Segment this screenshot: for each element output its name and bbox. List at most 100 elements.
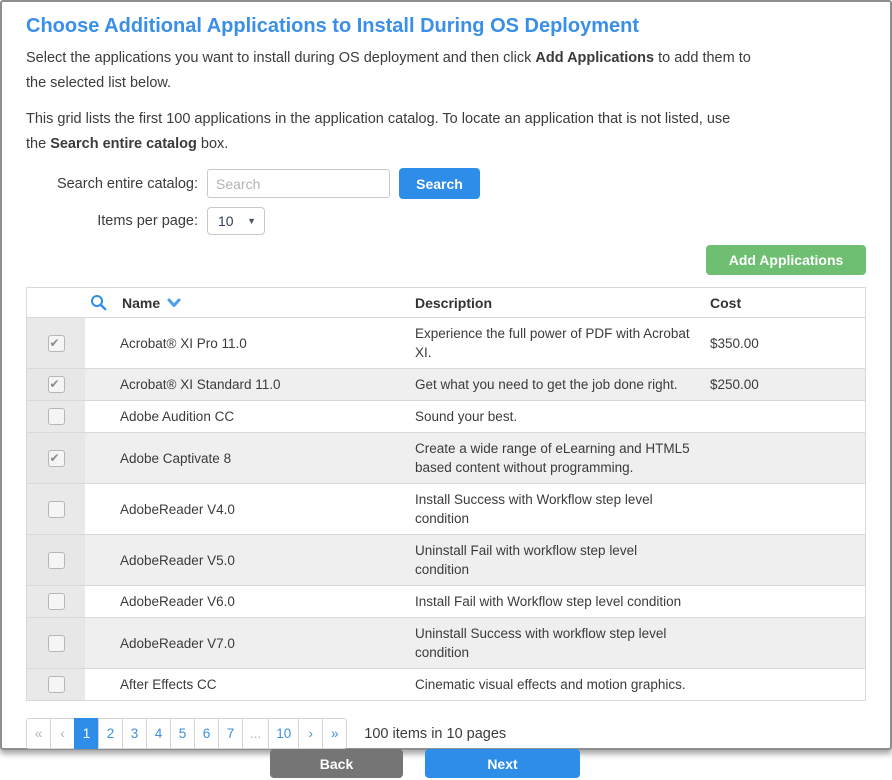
row-checkbox-checked[interactable] bbox=[48, 376, 65, 393]
first-page-button: « bbox=[26, 718, 51, 749]
page-4-button[interactable]: 4 bbox=[146, 718, 171, 749]
intro-text: Select the applications you want to inst… bbox=[26, 50, 535, 66]
prev-page-button: ‹ bbox=[50, 718, 75, 749]
row-select-cell bbox=[27, 586, 85, 617]
page-5-button[interactable]: 5 bbox=[170, 718, 195, 749]
page-title: Choose Additional Applications to Instal… bbox=[26, 14, 866, 38]
page-ellipsis: ... bbox=[242, 718, 269, 749]
app-name: Adobe Captivate 8 bbox=[85, 443, 415, 474]
search-label: Search entire catalog: bbox=[26, 176, 198, 192]
search-row: Search entire catalog: Search bbox=[26, 168, 866, 199]
row-select-cell bbox=[27, 369, 85, 400]
row-select-cell bbox=[27, 401, 85, 432]
row-checkbox-checked[interactable] bbox=[48, 450, 65, 467]
app-description: Get what you need to get the job done ri… bbox=[415, 369, 710, 400]
intro-text: to add them to bbox=[654, 50, 751, 66]
row-checkbox[interactable] bbox=[48, 552, 65, 569]
row-select-cell bbox=[27, 618, 85, 668]
items-per-page-row: Items per page: 10 ▼ bbox=[26, 207, 866, 235]
app-name: AdobeReader V4.0 bbox=[85, 494, 415, 525]
items-per-page-select[interactable]: 10 ▼ bbox=[207, 207, 265, 235]
sort-desc-icon bbox=[167, 298, 181, 308]
applications-table: Name Description Cost Acrobat® XI Pro 11… bbox=[26, 287, 866, 701]
intro-text: the bbox=[26, 136, 50, 152]
wizard-panel: Choose Additional Applications to Instal… bbox=[0, 0, 892, 750]
row-checkbox[interactable] bbox=[48, 593, 65, 610]
items-per-page-value: 10 bbox=[218, 213, 234, 229]
app-cost bbox=[710, 596, 865, 608]
next-button[interactable]: Next bbox=[425, 749, 580, 778]
add-applications-button[interactable]: Add Applications bbox=[706, 245, 866, 275]
pagination-summary: 100 items in 10 pages bbox=[364, 726, 506, 742]
row-checkbox-checked[interactable] bbox=[48, 335, 65, 352]
table-row: Adobe Audition CCSound your best. bbox=[27, 401, 865, 433]
pagination-row: «‹1234567...10›» 100 items in 10 pages bbox=[26, 718, 866, 749]
app-cost bbox=[710, 554, 865, 566]
row-select-cell bbox=[27, 318, 85, 368]
intro-paragraph-2: This grid lists the first 100 applicatio… bbox=[26, 107, 866, 157]
app-description: Uninstall Fail with workflow step level … bbox=[415, 535, 710, 585]
row-select-cell bbox=[27, 484, 85, 534]
table-header-row: Name Description Cost bbox=[27, 288, 865, 318]
app-description: Sound your best. bbox=[415, 401, 710, 432]
header-select-cell bbox=[27, 288, 85, 317]
intro-bold-add-applications: Add Applications bbox=[535, 50, 654, 66]
app-name: Acrobat® XI Pro 11.0 bbox=[85, 328, 415, 359]
intro-text: the selected list below. bbox=[26, 75, 171, 91]
page-3-button[interactable]: 3 bbox=[122, 718, 147, 749]
intro-paragraph-1: Select the applications you want to inst… bbox=[26, 46, 866, 96]
intro-text: This grid lists the first 100 applicatio… bbox=[26, 111, 730, 127]
last-page-button[interactable]: » bbox=[322, 718, 347, 749]
app-cost bbox=[710, 411, 865, 423]
row-select-cell bbox=[27, 669, 85, 700]
table-row: AdobeReader V6.0Install Fail with Workfl… bbox=[27, 586, 865, 618]
page-2-button[interactable]: 2 bbox=[98, 718, 123, 749]
table-row: Adobe Captivate 8Create a wide range of … bbox=[27, 433, 865, 484]
page-7-button[interactable]: 7 bbox=[218, 718, 243, 749]
intro-text: box. bbox=[197, 136, 228, 152]
column-header-cost[interactable]: Cost bbox=[710, 288, 865, 317]
column-header-name-label: Name bbox=[122, 295, 160, 311]
table-row: After Effects CCCinematic visual effects… bbox=[27, 669, 865, 700]
row-checkbox[interactable] bbox=[48, 501, 65, 518]
row-checkbox[interactable] bbox=[48, 408, 65, 425]
app-description: Create a wide range of eLearning and HTM… bbox=[415, 433, 710, 483]
table-row: AdobeReader V4.0Install Success with Wor… bbox=[27, 484, 865, 535]
app-description: Uninstall Success with workflow step lev… bbox=[415, 618, 710, 668]
app-cost bbox=[710, 679, 865, 691]
app-name: AdobeReader V7.0 bbox=[85, 628, 415, 659]
app-cost: $250.00 bbox=[710, 369, 865, 400]
table-row: Acrobat® XI Pro 11.0Experience the full … bbox=[27, 318, 865, 369]
footer-actions: Back Next bbox=[5, 749, 845, 780]
search-input[interactable] bbox=[207, 169, 390, 198]
next-page-button[interactable]: › bbox=[298, 718, 323, 749]
table-row: AdobeReader V7.0Uninstall Success with w… bbox=[27, 618, 865, 669]
app-cost bbox=[710, 637, 865, 649]
table-row: Acrobat® XI Standard 11.0Get what you ne… bbox=[27, 369, 865, 401]
row-checkbox[interactable] bbox=[48, 635, 65, 652]
app-description: Cinematic visual effects and motion grap… bbox=[415, 669, 710, 700]
app-description: Experience the full power of PDF with Ac… bbox=[415, 318, 710, 368]
table-row: AdobeReader V5.0Uninstall Fail with work… bbox=[27, 535, 865, 586]
column-header-name[interactable]: Name bbox=[85, 288, 415, 317]
items-per-page-label: Items per page: bbox=[26, 213, 198, 229]
search-icon[interactable] bbox=[90, 294, 107, 311]
app-description: Install Fail with Workflow step level co… bbox=[415, 586, 710, 617]
page-1-button[interactable]: 1 bbox=[74, 718, 99, 749]
search-button[interactable]: Search bbox=[399, 168, 480, 199]
app-name: AdobeReader V6.0 bbox=[85, 586, 415, 617]
app-table-body: Acrobat® XI Pro 11.0Experience the full … bbox=[27, 318, 865, 700]
row-select-cell bbox=[27, 535, 85, 585]
page-6-button[interactable]: 6 bbox=[194, 718, 219, 749]
app-cost: $350.00 bbox=[710, 328, 865, 359]
row-checkbox[interactable] bbox=[48, 676, 65, 693]
app-name: Acrobat® XI Standard 11.0 bbox=[85, 369, 415, 400]
column-header-description[interactable]: Description bbox=[415, 288, 710, 317]
back-button[interactable]: Back bbox=[270, 749, 403, 778]
app-cost bbox=[710, 452, 865, 464]
app-description: Install Success with Workflow step level… bbox=[415, 484, 710, 534]
app-name: AdobeReader V5.0 bbox=[85, 545, 415, 576]
add-applications-row: Add Applications bbox=[26, 245, 866, 275]
page-10-button[interactable]: 10 bbox=[268, 718, 299, 749]
app-name: After Effects CC bbox=[85, 669, 415, 700]
